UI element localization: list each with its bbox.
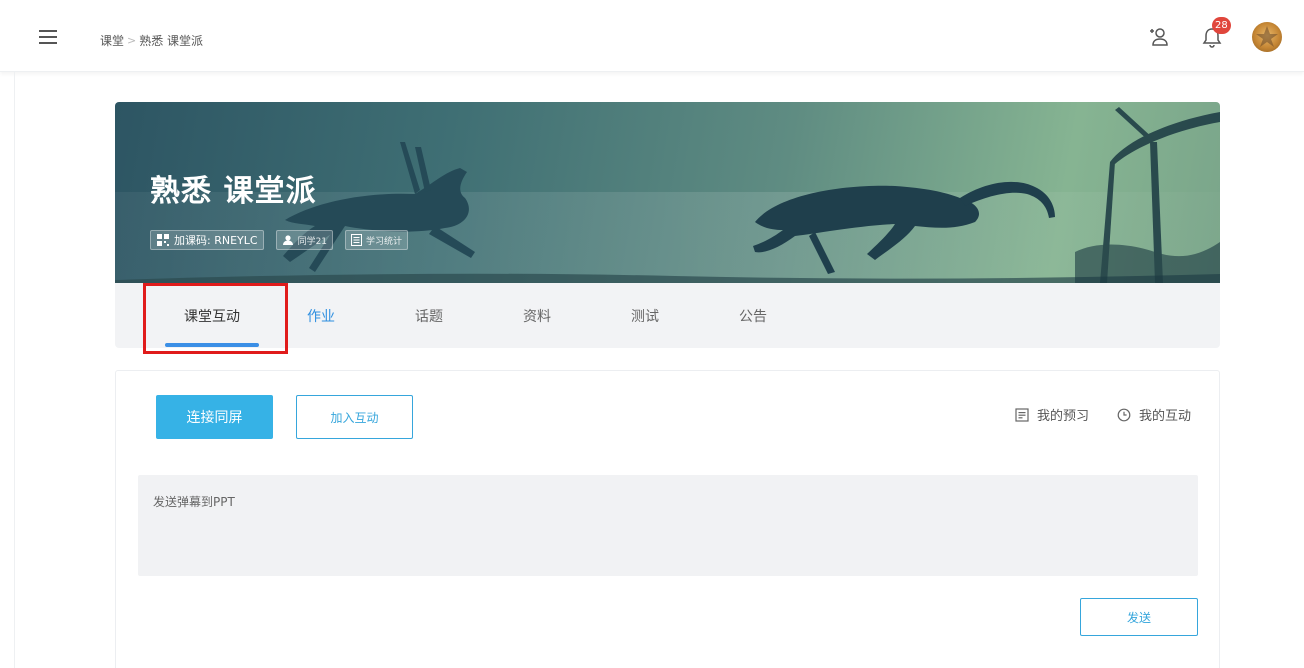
top-actions: 28 bbox=[1144, 17, 1282, 52]
active-tab-indicator bbox=[165, 343, 259, 347]
panel-links: 我的预习 我的互动 bbox=[987, 405, 1191, 424]
course-code-chip: 加课码: RNEYLC bbox=[150, 230, 264, 250]
send-button[interactable]: 发送 bbox=[1080, 598, 1198, 636]
tab-tests[interactable]: 测试 bbox=[607, 283, 683, 348]
tab-materials[interactable]: 资料 bbox=[499, 283, 575, 348]
course-title: 熟悉 课堂派 bbox=[150, 174, 317, 209]
my-interaction-label: 我的互动 bbox=[1138, 409, 1191, 424]
add-user-icon[interactable] bbox=[1144, 23, 1172, 51]
course-tabs: 课堂互动 作业 话题 资料 测试 公告 bbox=[115, 283, 1220, 348]
notification-badge: 28 bbox=[1212, 17, 1231, 34]
danmu-input[interactable] bbox=[138, 475, 1198, 576]
clock-icon bbox=[1117, 408, 1131, 422]
menu-icon[interactable] bbox=[38, 28, 62, 48]
course-card: 熟悉 课堂派 加课码: RNEYLC 同学21 学习统计 课堂互动 作业 话题 … bbox=[115, 102, 1220, 348]
tab-topics[interactable]: 话题 bbox=[391, 283, 467, 348]
join-interaction-button[interactable]: 加入互动 bbox=[296, 395, 413, 439]
stats-chip[interactable]: 学习统计 bbox=[345, 230, 409, 250]
breadcrumb: 课堂 > 熟悉 课堂派 bbox=[100, 32, 203, 49]
breadcrumb-separator: > bbox=[127, 34, 137, 47]
interaction-panel: 连接同屏 加入互动 我的预习 我的互动 发送弹幕到PPT 发送 bbox=[115, 370, 1220, 668]
qrcode-icon bbox=[156, 233, 170, 247]
avatar[interactable] bbox=[1252, 22, 1282, 52]
stats-label: 学习统计 bbox=[366, 236, 403, 247]
tab-homework[interactable]: 作业 bbox=[283, 283, 359, 348]
connect-screen-button[interactable]: 连接同屏 bbox=[156, 395, 273, 439]
bell-icon[interactable]: 28 bbox=[1198, 17, 1231, 51]
my-preview-label: 我的预习 bbox=[1036, 409, 1089, 424]
breadcrumb-home[interactable]: 课堂 bbox=[100, 32, 124, 49]
students-chip[interactable]: 同学21 bbox=[275, 230, 334, 250]
my-preview-link[interactable]: 我的预习 bbox=[1015, 405, 1089, 424]
course-meta: 加课码: RNEYLC 同学21 学习统计 bbox=[150, 230, 420, 250]
left-edge-divider bbox=[14, 72, 15, 668]
tab-announcements[interactable]: 公告 bbox=[715, 283, 791, 348]
top-bar: 课堂 > 熟悉 课堂派 28 bbox=[0, 0, 1304, 72]
tab-interaction[interactable]: 课堂互动 bbox=[165, 283, 259, 348]
students-label: 同学21 bbox=[297, 236, 328, 247]
user-icon bbox=[282, 234, 294, 246]
course-code-label: 加课码: RNEYLC bbox=[174, 234, 258, 247]
breadcrumb-current: 熟悉 课堂派 bbox=[139, 34, 204, 48]
course-banner: 熟悉 课堂派 加课码: RNEYLC 同学21 学习统计 bbox=[115, 102, 1220, 283]
my-interaction-link[interactable]: 我的互动 bbox=[1117, 405, 1191, 424]
document-icon bbox=[1015, 407, 1029, 422]
stats-icon bbox=[351, 234, 363, 246]
